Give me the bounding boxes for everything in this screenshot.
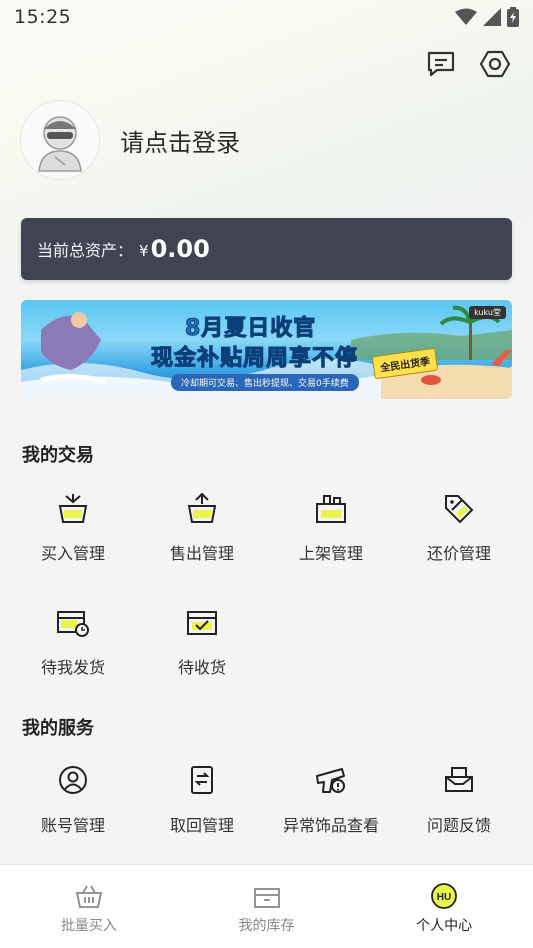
status-bar: 15:25	[0, 0, 533, 34]
tab-personal-center[interactable]: HU 个人中心	[355, 865, 533, 948]
service-item-feedback[interactable]: 问题反馈	[404, 762, 514, 842]
banner-headline: 现金补贴周周享不停	[150, 346, 359, 372]
tab-label: 批量买入	[60, 918, 117, 934]
status-time: 15:25	[14, 6, 72, 28]
service-item-label: 取回管理	[169, 816, 234, 835]
basket-icon	[74, 881, 104, 911]
status-icons	[455, 7, 519, 27]
trade-item-listing[interactable]: 上架管理	[276, 490, 386, 570]
basket-up-icon	[184, 490, 220, 526]
bottom-tab-bar: 批量买入 我的库存 HU 个人中心	[0, 864, 533, 948]
service-item-retrieve[interactable]: 取回管理	[147, 762, 257, 842]
trade-item-label: 待我发货	[40, 658, 105, 677]
header-actions	[425, 48, 511, 80]
user-circle-icon	[55, 762, 91, 798]
trade-item-label: 上架管理	[298, 544, 363, 563]
total-assets-card[interactable]: 当前总资产： ¥ 0.00	[21, 218, 512, 280]
price-tag-icon	[441, 490, 477, 526]
currency-symbol: ¥	[139, 242, 149, 260]
box-shelf-icon	[313, 490, 349, 526]
service-item-label: 账号管理	[40, 816, 105, 835]
banner-subtitle: 冷却期可交易、售出秒提现、交易0手续费	[171, 374, 359, 391]
trade-item-label: 还价管理	[426, 544, 491, 563]
settings-icon[interactable]	[479, 48, 511, 80]
trade-item-buy[interactable]: 买入管理	[18, 490, 128, 570]
service-item-label: 异常饰品查看	[282, 816, 379, 835]
mailbox-icon	[441, 762, 477, 798]
tab-label: 我的库存	[238, 918, 295, 934]
trade-item-pending-ship[interactable]: 待我发货	[18, 604, 128, 684]
section-title-trade: 我的交易	[22, 441, 94, 467]
profile-login[interactable]: 请点击登录	[20, 100, 240, 180]
total-assets-label: 当前总资产：	[37, 241, 134, 260]
promo-banner[interactable]: kuku堂 8月夏日收官 现金补贴周周享不停 全民出货季 冷却期可交易、售出秒提…	[21, 300, 512, 399]
service-item-label: 问题反馈	[426, 816, 491, 835]
svg-text:HU: HU	[437, 892, 451, 903]
service-item-account[interactable]: 账号管理	[18, 762, 128, 842]
banner-brand-badge: kuku堂	[469, 306, 506, 319]
wifi-icon	[455, 8, 477, 25]
battery-icon	[507, 7, 519, 27]
avatar[interactable]	[20, 100, 100, 180]
avatar-character-icon	[38, 116, 82, 172]
tab-label: 个人中心	[416, 918, 473, 934]
basket-arrow-icon	[55, 490, 91, 526]
trade-item-pending-receive[interactable]: 待收货	[147, 604, 257, 684]
trade-item-sell[interactable]: 售出管理	[147, 490, 257, 570]
section-title-service-text: 我的服务	[22, 718, 94, 739]
login-prompt[interactable]: 请点击登录	[120, 123, 240, 158]
box-check-icon	[184, 604, 220, 640]
total-assets-value: 0.00	[150, 235, 210, 263]
document-return-icon	[184, 762, 220, 798]
message-icon[interactable]	[425, 48, 457, 80]
section-title-trade-text: 我的交易	[22, 445, 94, 466]
trade-item-label: 买入管理	[40, 544, 105, 563]
service-item-abnormal-items[interactable]: 异常饰品查看	[276, 762, 386, 842]
signal-icon	[483, 8, 501, 26]
inventory-box-icon	[252, 881, 282, 911]
tab-inventory[interactable]: 我的库存	[178, 865, 356, 948]
trade-item-bargain[interactable]: 还价管理	[404, 490, 514, 570]
box-clock-icon	[55, 604, 91, 640]
trade-item-label: 待收货	[177, 658, 226, 677]
tab-batch-buy[interactable]: 批量买入	[0, 865, 178, 948]
trade-item-label: 售出管理	[169, 544, 234, 563]
banner-title: 8月夏日收官	[184, 316, 317, 342]
gun-warning-icon	[313, 762, 349, 798]
section-title-service: 我的服务	[22, 714, 94, 740]
hu-badge-icon: HU	[429, 881, 459, 911]
